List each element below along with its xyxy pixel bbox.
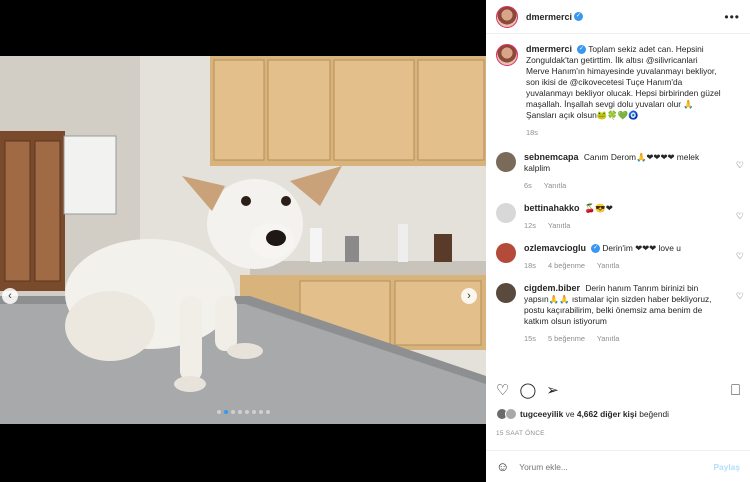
comment-text: 🍒😎❤ (584, 203, 613, 213)
comment-body: bettinahakko 🍒😎❤ 12s Yanıtla (524, 203, 720, 231)
likes-connector: ve (565, 409, 575, 419)
carousel-dot[interactable] (223, 410, 228, 414)
carousel-dot[interactable] (251, 410, 256, 414)
more-options-button[interactable]: ••• (724, 10, 740, 24)
caption-time: 18s (526, 128, 538, 137)
liker-avatar (505, 408, 517, 420)
comment-username[interactable]: cigdem.biber (524, 283, 580, 293)
post-actions: ♡ ◯ ➢ ⎕ (486, 378, 750, 402)
heart-icon[interactable]: ♡ (736, 160, 744, 171)
post-side-panel: dmermerci ✓ ••• dmermerci ✓ Toplam sekiz … (486, 0, 750, 482)
media-panel: ‹ › (0, 0, 486, 482)
carousel-dot[interactable] (244, 410, 249, 414)
comment-username[interactable]: ozlemavcioglu (524, 243, 586, 253)
share-icon[interactable]: ➢ (546, 381, 559, 399)
reply-button[interactable]: Yanıtla (544, 181, 566, 190)
likes-suffix: beğendi (639, 409, 670, 419)
carousel-dot[interactable] (265, 410, 270, 414)
post-photo: ‹ › (0, 56, 486, 424)
comment-icon[interactable]: ◯ (519, 381, 536, 399)
heart-icon[interactable]: ♡ (736, 251, 744, 262)
avatar[interactable] (496, 283, 516, 303)
comment-row: ozlemavcioglu ✓ Derin'im ❤❤❤ love u 18s 4… (486, 243, 750, 271)
add-comment-bar: ☺ Paylaş (486, 450, 750, 482)
heart-icon[interactable]: ♡ (496, 381, 509, 399)
caption-row: dmermerci ✓ Toplam sekiz adet can. Hepsin… (486, 44, 750, 138)
avatar[interactable] (496, 44, 518, 66)
comment-row: cigdem.biber Derin hanım Tanrım birinizi… (486, 283, 750, 344)
avatar[interactable] (496, 5, 518, 28)
post-timestamp[interactable]: 15 SAAT ÖNCE (496, 430, 545, 437)
chevron-left-icon[interactable]: ‹ (2, 288, 18, 304)
chevron-right-icon[interactable]: › (461, 288, 477, 304)
caption-body: dmermerci ✓ Toplam sekiz adet can. Hepsin… (526, 44, 722, 138)
reply-button[interactable]: Yanıtla (548, 221, 570, 230)
caption-meta: 18s (526, 127, 722, 138)
verified-badge-icon: ✓ (574, 12, 584, 21)
dog-photo-illustration (0, 56, 486, 424)
comment-meta: 6s Yanıtla (524, 180, 720, 191)
carousel-dot[interactable] (230, 410, 235, 414)
carousel-dot[interactable] (216, 410, 221, 414)
comment-time: 12s (524, 221, 536, 230)
carousel-dot[interactable] (258, 410, 263, 414)
likes-text[interactable]: tugceeyilik ve 4,662 diğer kişi beğendi (520, 409, 669, 419)
likes-count[interactable]: 4,662 diğer kişi (577, 409, 637, 419)
avatar[interactable] (496, 243, 516, 263)
comment-meta: 15s 5 beğenme Yanıtla (524, 333, 720, 344)
likes-user[interactable]: tugceeyilik (520, 409, 563, 419)
likes-summary: tugceeyilik ve 4,662 diğer kişi beğendi (496, 408, 669, 420)
verified-badge-icon: ✓ (577, 45, 587, 55)
comment-text: Derin'im ❤❤❤ love u (602, 243, 681, 253)
carousel-dot[interactable] (237, 410, 242, 414)
comment-time: 15s (524, 334, 536, 343)
comment-meta: 12s Yanıtla (524, 220, 720, 231)
reply-button[interactable]: Yanıtla (597, 334, 619, 343)
post-comment-button[interactable]: Paylaş (713, 462, 740, 472)
comment-meta: 18s 4 beğenme Yanıtla (524, 260, 720, 271)
comment-time: 6s (524, 181, 532, 190)
comment-body: sebnemcapa Canım Derom🙏❤❤❤❤ melek kalpli… (524, 152, 720, 191)
reply-button[interactable]: Yanıtla (597, 261, 619, 270)
comment-likes[interactable]: 5 beğenme (548, 334, 585, 343)
header-username[interactable]: dmermerci (526, 12, 572, 22)
comments-list: dmermerci ✓ Toplam sekiz adet can. Hepsin… (486, 40, 750, 370)
comment-username[interactable]: sebnemcapa (524, 152, 579, 162)
comment-body: ozlemavcioglu ✓ Derin'im ❤❤❤ love u 18s 4… (524, 243, 720, 271)
comment-row: sebnemcapa Canım Derom🙏❤❤❤❤ melek kalpli… (486, 152, 750, 191)
comment-body: cigdem.biber Derin hanım Tanrım birinizi… (524, 283, 720, 344)
comment-input[interactable] (519, 461, 690, 472)
bookmark-icon[interactable]: ⎕ (731, 382, 740, 399)
comment-row: bettinahakko 🍒😎❤ 12s Yanıtla ♡ (486, 203, 750, 231)
header-user: dmermerci ✓ (526, 12, 584, 22)
post-header: dmermerci ✓ ••• (486, 0, 750, 34)
heart-icon[interactable]: ♡ (736, 211, 744, 222)
verified-badge-icon: ✓ (591, 244, 601, 254)
carousel-dots (0, 410, 486, 414)
heart-icon[interactable]: ♡ (736, 291, 744, 302)
caption-username[interactable]: dmermerci (526, 44, 572, 54)
avatar[interactable] (496, 203, 516, 223)
caption-text: Toplam sekiz adet can. Hepsini Zonguldak… (526, 44, 721, 120)
avatar[interactable] (496, 152, 516, 172)
comment-time: 18s (524, 261, 536, 270)
comment-username[interactable]: bettinahakko (524, 203, 580, 213)
emoji-icon[interactable]: ☺ (496, 459, 509, 474)
comment-likes[interactable]: 4 beğenme (548, 261, 585, 270)
